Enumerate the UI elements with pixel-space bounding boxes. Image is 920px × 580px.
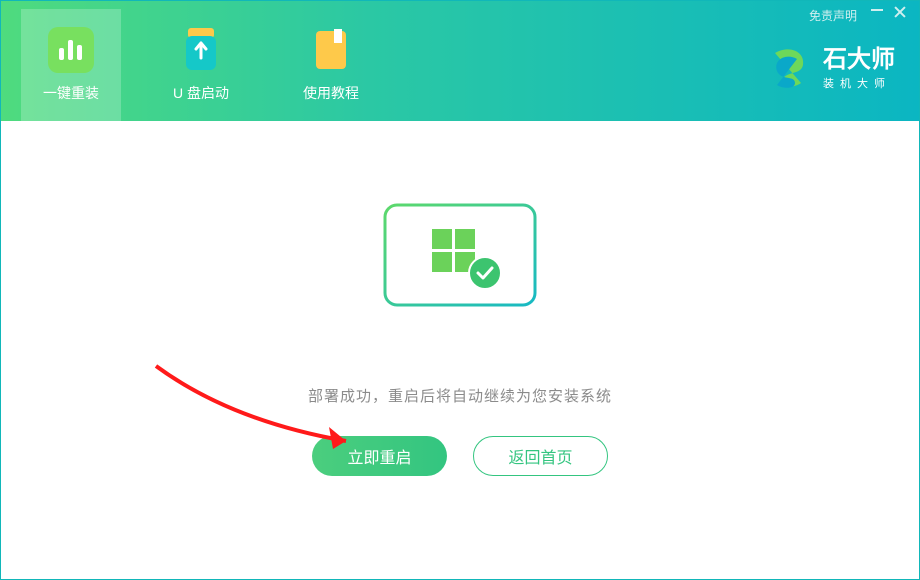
brand-text: 石大师 装机大师 (823, 47, 895, 91)
book-icon (308, 27, 354, 73)
nav-tutorial[interactable]: 使用教程 (281, 9, 381, 121)
main-content: 部署成功，重启后将自动继续为您安装系统 立即重启 返回首页 (1, 121, 919, 579)
action-buttons: 立即重启 返回首页 (312, 436, 608, 476)
window-minimize-icon[interactable] (871, 9, 883, 11)
brand: 石大师 装机大师 (765, 45, 895, 93)
window-close-icon[interactable] (893, 5, 907, 19)
nav-usb-boot[interactable]: U 盘启动 (151, 9, 251, 121)
brand-title: 石大师 (823, 47, 895, 73)
app-header: 免责声明 一键重装 U 盘启动 (1, 1, 919, 121)
bars-icon (48, 27, 94, 73)
nav-label: U 盘启动 (173, 83, 229, 103)
success-message: 部署成功，重启后将自动继续为您安装系统 (308, 385, 612, 406)
usb-icon (178, 27, 224, 73)
disclaimer-link[interactable]: 免责声明 (809, 7, 857, 24)
brand-logo-icon (765, 45, 813, 93)
nav-label: 一键重装 (43, 83, 99, 103)
success-illustration (370, 195, 550, 345)
brand-subtitle: 装机大师 (823, 75, 895, 91)
restart-button[interactable]: 立即重启 (312, 436, 447, 476)
return-home-button[interactable]: 返回首页 (473, 436, 608, 476)
main-nav: 一键重装 U 盘启动 使用教程 (1, 9, 411, 121)
monitor-icon (370, 195, 550, 345)
nav-reinstall[interactable]: 一键重装 (21, 9, 121, 121)
nav-label: 使用教程 (303, 83, 359, 103)
